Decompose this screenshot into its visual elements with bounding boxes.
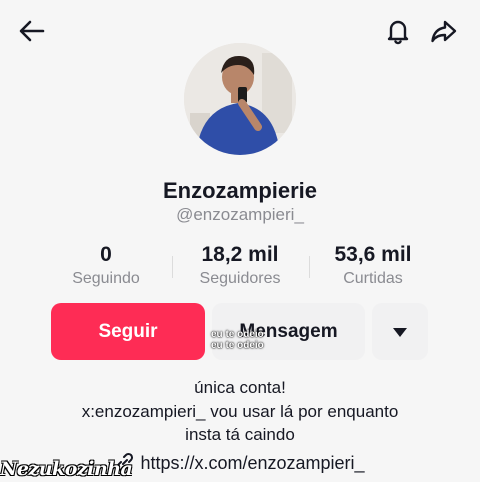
- stat-label: Seguindo: [72, 270, 140, 287]
- share-button[interactable]: [426, 13, 462, 49]
- display-name: Enzozampierie: [162, 178, 318, 203]
- stat-label: Curtidas: [343, 270, 403, 287]
- chevron-down-icon: [393, 327, 407, 337]
- stat-following[interactable]: 0 Seguindo: [56, 243, 156, 288]
- more-options-button[interactable]: [372, 303, 428, 360]
- profile-photo: [184, 43, 296, 155]
- avatar[interactable]: [184, 43, 296, 155]
- text-sticker-overlay: eu te odeio eu te odeio: [211, 329, 264, 351]
- stat-value: 18,2 mil: [201, 243, 279, 266]
- bell-icon: [387, 20, 409, 45]
- share-icon: [431, 20, 457, 43]
- profile-stats: 0 Seguindo 18,2 mil Seguidores 53,6 mil …: [0, 243, 480, 293]
- back-arrow-icon: [19, 20, 45, 42]
- bio-link-text[interactable]: https://x.com/enzozampieri_: [140, 453, 364, 473]
- bio-line: única conta!: [194, 378, 286, 397]
- bio: única conta! x:enzozampieri_ vou usar lá…: [0, 376, 480, 447]
- stat-likes: 53,6 mil Curtidas: [318, 243, 428, 288]
- follow-button[interactable]: Seguir: [51, 303, 205, 360]
- watermark: Nezukozinha: [0, 458, 133, 480]
- stat-divider: [309, 256, 310, 278]
- bio-line: x:enzozampieri_ vou usar lá por enquanto: [81, 401, 399, 421]
- stat-divider: [172, 256, 173, 278]
- stat-value: 0: [100, 243, 112, 266]
- username-handle: @enzozampieri_: [176, 205, 304, 224]
- back-button[interactable]: [14, 13, 50, 49]
- stat-followers[interactable]: 18,2 mil Seguidores: [180, 243, 300, 288]
- notifications-button[interactable]: [380, 13, 416, 49]
- stat-value: 53,6 mil: [334, 243, 412, 266]
- stat-label: Seguidores: [199, 270, 281, 287]
- sticker-line: eu te odeio: [211, 329, 264, 340]
- sticker-line: eu te odeio: [211, 340, 264, 351]
- bio-line: insta tá caindo: [185, 425, 295, 444]
